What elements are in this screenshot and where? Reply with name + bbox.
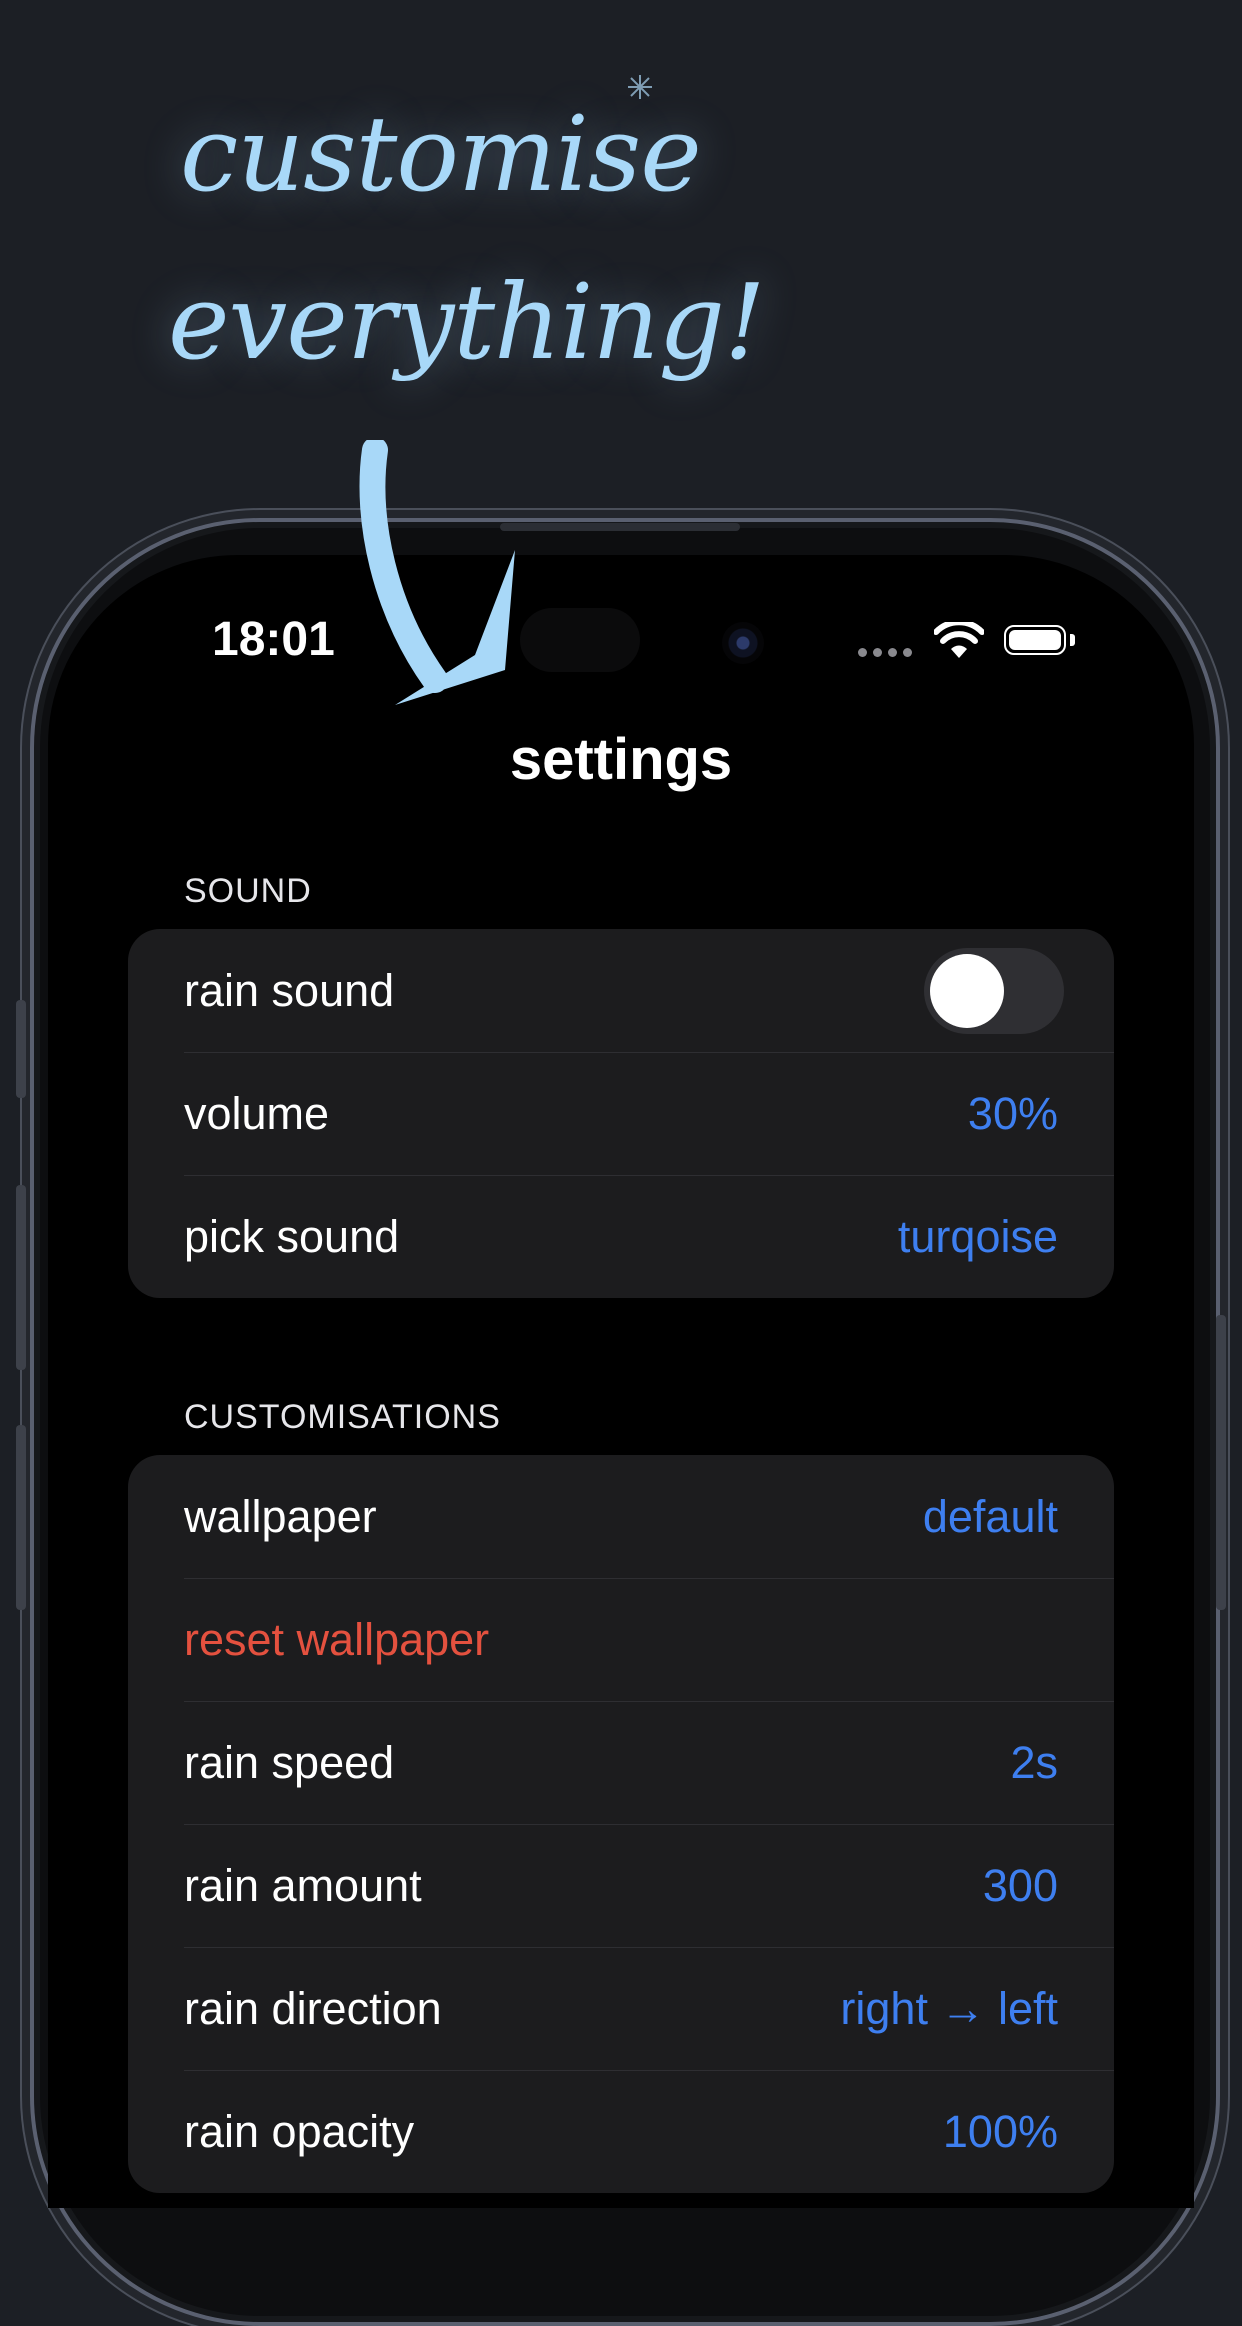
section-header-sound: SOUND [184, 872, 312, 910]
promo-line-2: everything! [168, 261, 766, 383]
row-pick-sound[interactable]: pick sound turqoise [128, 1175, 1114, 1298]
promo-line-1: customise [180, 93, 702, 215]
volume-value[interactable]: 30% [968, 1088, 1058, 1140]
battery-cap [1070, 634, 1075, 646]
rain-amount-value[interactable]: 300 [983, 1860, 1058, 1912]
volume-up-button [16, 1185, 26, 1370]
wifi-icon [934, 622, 984, 658]
rain-direction-label: rain direction [184, 1982, 442, 2034]
rain-opacity-value[interactable]: 100% [943, 2106, 1058, 2158]
row-rain-amount[interactable]: rain amount 300 [128, 1824, 1114, 1947]
arrow-icon [359, 440, 515, 705]
row-reset-wallpaper[interactable]: reset wallpaper [128, 1578, 1114, 1701]
toggle-knob [930, 953, 1004, 1028]
rain-opacity-label: rain opacity [184, 2105, 415, 2157]
section-header-customisations: CUSTOMISATIONS [184, 1398, 501, 1436]
row-volume[interactable]: volume 30% [128, 1052, 1114, 1175]
rain-speed-label: rain speed [184, 1736, 395, 1788]
row-rain-speed[interactable]: rain speed 2s [128, 1701, 1114, 1824]
status-time: 18:01 [212, 613, 335, 666]
sparkle-icon [628, 75, 652, 99]
rain-sound-label: rain sound [184, 964, 395, 1016]
row-rain-opacity[interactable]: rain opacity 100% [128, 2070, 1114, 2193]
sound-group: rain sound volume 30% pick sound turqois… [128, 929, 1114, 1298]
rain-amount-label: rain amount [184, 1859, 422, 1911]
rain-direction-value[interactable]: right → left [840, 1983, 1058, 2035]
camera-icon [722, 622, 764, 664]
cellular-signal-icon [858, 648, 912, 657]
reset-wallpaper-button[interactable]: reset wallpaper [184, 1614, 489, 1666]
promo-headline: customise everything! [168, 70, 780, 406]
volume-down-button [16, 1425, 26, 1610]
wallpaper-label: wallpaper [184, 1490, 377, 1542]
battery-icon [1004, 625, 1066, 655]
rain-sound-toggle[interactable] [924, 947, 1064, 1034]
row-rain-sound: rain sound [128, 929, 1114, 1052]
row-rain-direction[interactable]: rain direction right → left [128, 1947, 1114, 2070]
volume-label: volume [184, 1087, 330, 1139]
page-title: settings [509, 727, 733, 792]
customisations-group: wallpaper default reset wallpaper rain s… [128, 1455, 1114, 2193]
rain-speed-value[interactable]: 2s [1010, 1737, 1058, 1789]
pick-sound-label: pick sound [184, 1210, 400, 1262]
pick-sound-value[interactable]: turqoise [898, 1211, 1058, 1263]
row-wallpaper[interactable]: wallpaper default [128, 1455, 1114, 1578]
side-button [1216, 1315, 1226, 1610]
wallpaper-value[interactable]: default [923, 1491, 1058, 1543]
action-button [16, 1000, 26, 1098]
